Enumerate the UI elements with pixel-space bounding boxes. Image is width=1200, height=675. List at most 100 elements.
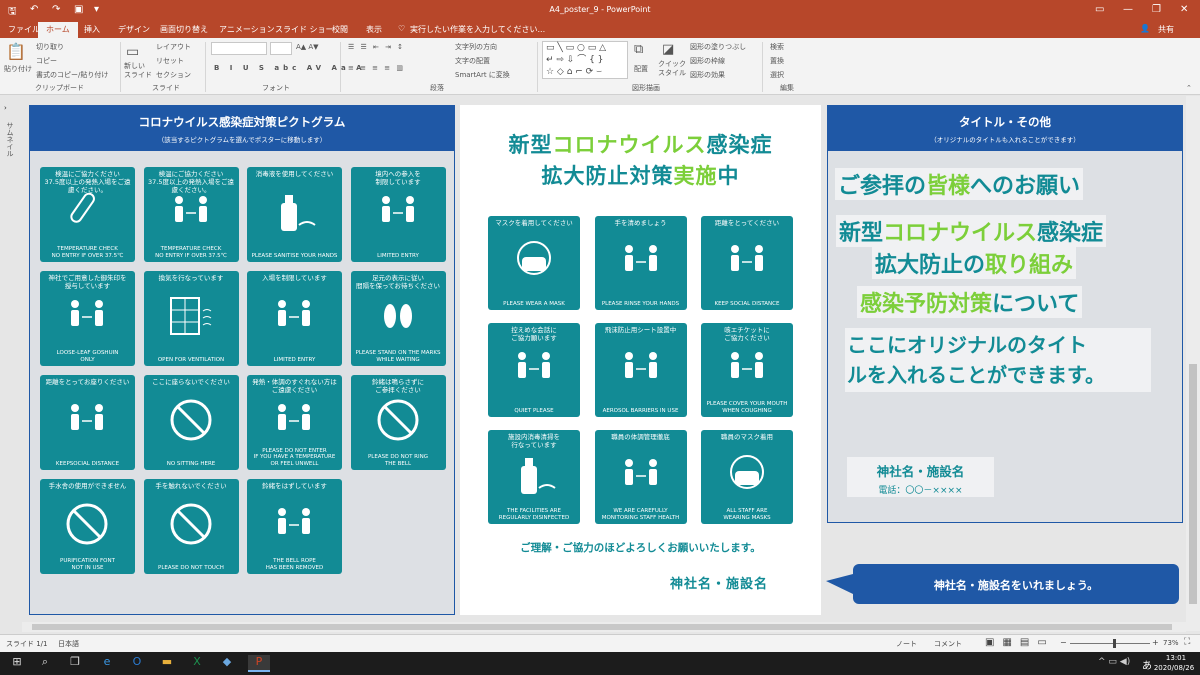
copy-button[interactable]: コピー — [36, 56, 57, 66]
poster-pictogram-tile[interactable]: 職員の体調管理徹底 WE ARE CAREFULLY MONITORING STAF… — [594, 430, 687, 524]
title-option-original[interactable]: ここにオリジナルのタイト ルを入れることができます。 — [845, 328, 1151, 392]
pictogram-tile[interactable]: 換気を行なっています OPEN FOR VENTILATION — [143, 271, 239, 366]
title-option-corona-line1[interactable]: 新型コロナウイルス感染症 — [836, 215, 1107, 247]
pictogram-tile[interactable]: 消毒液を使用してください PLEASE SANITISE YOUR HANDS — [247, 167, 342, 262]
paste-icon[interactable]: 📋 — [6, 42, 26, 61]
notes-button[interactable]: ノート — [896, 639, 917, 649]
quick-styles-icon[interactable]: ◪ — [662, 42, 674, 57]
callout-box[interactable]: 神社名・施設名をいれましょう。 — [853, 564, 1179, 604]
pictogram-tile[interactable]: 鈴緒をはずしています THE BELL ROPE HAS BEEN REMOVED — [247, 479, 342, 574]
comments-button[interactable]: コメント — [934, 639, 962, 649]
search-icon[interactable]: ⌕ — [34, 655, 56, 672]
excel-icon[interactable]: X — [186, 655, 208, 672]
pictogram-tile[interactable]: 発熱・体調のすぐれない方は ご遠慮ください PLEASE DO NOT ENTER I… — [247, 375, 342, 470]
user-icon[interactable]: 👤 — [1140, 24, 1150, 33]
smartart-button[interactable]: SmartArt に変換 — [455, 70, 510, 80]
tab-view[interactable]: 表示 — [366, 24, 382, 35]
poster-pictogram-tile[interactable]: 咳エチケットに ご協力ください PLEASE COVER YOUR MOUTH WHE… — [701, 323, 793, 417]
tab-insert[interactable]: 挿入 — [84, 24, 100, 35]
poster-pictogram-tile[interactable]: 控えめな会話に ご協力願います QUIET PLEASE — [488, 323, 580, 417]
arrange-icon[interactable]: ⧉ — [634, 42, 643, 57]
poster-pictogram-tile[interactable]: 施設内消毒清掃を 行なっています THE FACILITIES ARE REGULAR… — [488, 430, 580, 524]
zoom-slider-thumb[interactable] — [1113, 639, 1116, 648]
view-buttons[interactable]: ▣▦▤▭ — [985, 637, 1055, 648]
horizontal-scroll-thumb[interactable] — [32, 624, 1172, 630]
minimize-icon[interactable]: — — [1123, 4, 1133, 15]
shape-outline-button[interactable]: 図形の枠線 — [690, 56, 725, 66]
new-slide-button[interactable]: 新しい スライド — [124, 62, 152, 80]
start-icon[interactable]: ⊞ — [6, 655, 28, 672]
new-slide-icon[interactable]: ▭ — [126, 44, 139, 60]
explorer-icon[interactable]: ▬ — [156, 655, 178, 672]
pictogram-tile[interactable]: 入場を制限しています LIMITED ENTRY — [247, 271, 342, 366]
horizontal-scrollbar[interactable] — [22, 622, 1186, 632]
quick-styles-button[interactable]: クイック スタイル — [658, 60, 686, 78]
list-buttons[interactable]: ☰ ☰ ⇤ ⇥ ↕ — [348, 43, 405, 51]
pictogram-tile[interactable]: 足元の表示に従い 間隔を保ってお待ちください PLEASE STAND ON THE… — [350, 271, 446, 366]
name-box[interactable]: 神社名・施設名 電話：〇〇－×××× — [847, 457, 994, 497]
clock-date[interactable]: 2020/08/26 — [1150, 664, 1198, 672]
zoom-level[interactable]: 73% — [1163, 639, 1179, 647]
layout-button[interactable]: レイアウト — [156, 42, 191, 52]
text-direction-button[interactable]: 文字列の方向 — [455, 42, 497, 52]
tab-home[interactable]: ホーム — [38, 22, 78, 38]
collapse-ribbon-icon[interactable]: ⌃ — [1186, 84, 1192, 92]
find-button[interactable]: 検索 — [770, 42, 784, 52]
pictogram-tile[interactable]: ここに座らないでください NO SITTING HERE — [143, 375, 239, 470]
section-button[interactable]: セクション — [156, 70, 191, 80]
pictogram-tile[interactable]: 鈴緒は鳴らさずに ご参拝ください PLEASE DO NOT RING THE BEL… — [350, 375, 446, 470]
replace-button[interactable]: 置換 — [770, 56, 784, 66]
title-option-prevention[interactable]: 感染予防対策について — [857, 286, 1083, 318]
shape-fill-button[interactable]: 図形の塗りつぶし — [690, 42, 746, 52]
tab-review[interactable]: 校閲 — [332, 24, 348, 35]
vertical-scrollbar[interactable] — [1186, 96, 1200, 631]
ribbon-display-icon[interactable]: ▭ — [1095, 4, 1104, 15]
font-format-buttons[interactable]: B I U S abc AV Aa A — [214, 64, 366, 72]
restore-icon[interactable]: ❐ — [1152, 4, 1161, 15]
pictogram-tile[interactable]: 境内への参入を 制限しています LIMITED ENTRY — [350, 167, 446, 262]
shape-effects-button[interactable]: 図形の効果 — [690, 70, 725, 80]
poster-pictogram-tile[interactable]: 手を清めましょう PLEASE RINSE YOUR HANDS — [594, 216, 687, 310]
tab-animations[interactable]: アニメーション — [219, 24, 275, 35]
tray-icons[interactable]: ^ ▭ ◀) — [1098, 657, 1130, 667]
font-size-box[interactable] — [270, 42, 292, 55]
thumbnail-pane[interactable]: › サムネイル — [0, 96, 22, 631]
title-option-visitors[interactable]: ご参拝の皆様へのお願い — [835, 168, 1084, 200]
clock-time[interactable]: 13:01 — [1158, 654, 1194, 662]
poster-pictogram-tile[interactable]: マスクを着用してください PLEASE WEAR A MASK — [488, 216, 580, 310]
shapes-gallery[interactable]: ▭ ╲ ▭ ○ ▭ △ ↵ ⇨ ⇩ ⌒ { } ☆ ◇ ⌂ ⌐ ⟳ ⌣ — [542, 41, 628, 79]
poster-pictogram-tile[interactable]: 職員のマスク着用 ALL STAFF ARE WEARING MASKS — [701, 430, 793, 524]
tab-slideshow[interactable]: スライド ショー — [275, 24, 334, 35]
cut-button[interactable]: 切り取り — [36, 42, 64, 52]
zoom-out-icon[interactable]: − — [1060, 638, 1067, 647]
grow-font-icon[interactable]: A▲ A▼ — [296, 43, 319, 51]
language-indicator[interactable]: 日本語 — [58, 639, 79, 649]
title-option-corona-line2[interactable]: 拡大防止の取り組み — [872, 247, 1077, 279]
tab-file[interactable]: ファイル — [8, 24, 40, 35]
arrange-button[interactable]: 配置 — [634, 64, 648, 74]
poster-pictogram-tile[interactable]: 飛沫防止用シート設置中 AEROSOL BARRIERS IN USE — [594, 323, 687, 417]
pictogram-tile[interactable]: 検温にご協力ください 37.5度以上の発熱入場をご遠慮ください。 TEMPERATU… — [143, 167, 239, 262]
tab-design[interactable]: デザイン — [118, 24, 150, 35]
pictogram-tile[interactable]: 距離をとってお座りください KEEPSOCIAL DISTANCE — [40, 375, 135, 470]
zoom-in-icon[interactable]: + — [1152, 638, 1159, 647]
vertical-scroll-thumb[interactable] — [1189, 364, 1197, 604]
share-button[interactable]: 共有 — [1158, 24, 1174, 35]
pictogram-tile[interactable]: 神社でご用意した御朱印を 授与しています LOOSE-LEAF GOSHUIN ONL… — [40, 271, 135, 366]
powerpoint-icon[interactable]: P — [248, 655, 270, 672]
close-icon[interactable]: ✕ — [1180, 4, 1188, 15]
app-icon[interactable]: ◆ — [216, 655, 238, 672]
format-painter-button[interactable]: 書式のコピー/貼り付け — [36, 70, 108, 80]
tab-transitions[interactable]: 画面切り替え — [160, 24, 208, 35]
align-buttons[interactable]: ≡ ≡ ≡ ≡ ▥ — [348, 64, 405, 72]
paste-button[interactable]: 貼り付け — [4, 64, 32, 74]
edge-icon[interactable]: e — [96, 655, 118, 672]
tell-me-input[interactable]: 実行したい作業を入力してください... — [410, 24, 545, 35]
task-view-icon[interactable]: ❐ — [64, 655, 86, 672]
fit-slide-icon[interactable]: ⛶ — [1184, 637, 1190, 647]
pictogram-tile[interactable]: 手水舎の使用ができません PURIFICATION FONT NOT IN USE — [40, 479, 135, 574]
font-name-box[interactable] — [211, 42, 267, 55]
zoom-slider[interactable] — [1070, 639, 1150, 648]
align-text-button[interactable]: 文字の配置 — [455, 56, 490, 66]
select-button[interactable]: 選択 — [770, 70, 784, 80]
